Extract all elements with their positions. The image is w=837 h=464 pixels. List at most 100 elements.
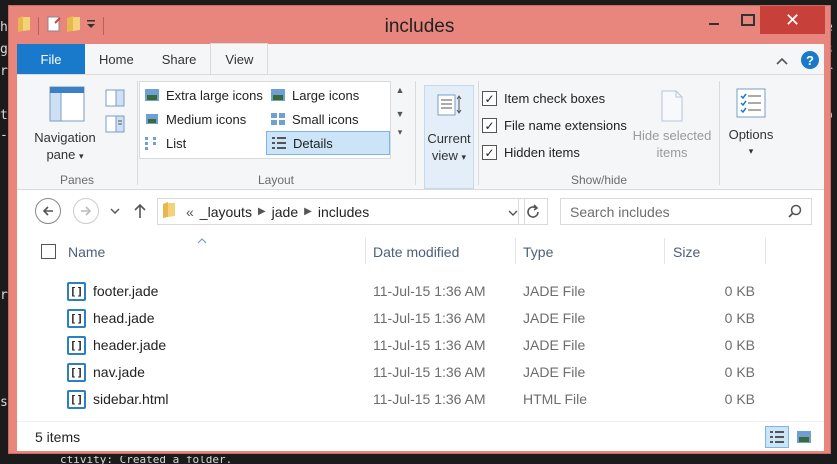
select-all-checkbox[interactable]	[41, 244, 56, 262]
column-divider[interactable]	[515, 238, 516, 264]
navigation-pane-icon	[49, 86, 85, 122]
navigation-pane-label-2: pane ▾	[46, 147, 84, 162]
column-divider[interactable]	[664, 238, 665, 264]
address-bar[interactable]: « _layouts ▶ jade ▶ includes	[157, 198, 525, 225]
details-pane-icon[interactable]	[105, 115, 125, 136]
file-row[interactable]: [] sidebar.html 11-Jul-15 1:36 AM HTML F…	[17, 386, 777, 413]
layout-list[interactable]: List	[140, 132, 264, 154]
column-header-size[interactable]: Size	[673, 238, 700, 266]
file-name: sidebar.html	[93, 391, 169, 407]
file-date: 11-Jul-15 1:36 AM	[373, 310, 486, 326]
file-row[interactable]: [] header.jade 11-Jul-15 1:36 AM JADE Fi…	[17, 332, 777, 359]
bg-fragment: -	[0, 128, 8, 143]
checkbox[interactable]: ✓	[482, 118, 497, 133]
bg-fragment: g	[0, 42, 8, 57]
file-date: 11-Jul-15 1:36 AM	[373, 283, 486, 299]
tab-home[interactable]: Home	[85, 44, 148, 74]
file-type: HTML File	[523, 391, 588, 407]
bg-fragment: h	[0, 20, 8, 35]
navigation-pane-button[interactable]: Navigation pane ▾	[25, 85, 105, 165]
layout-details[interactable]: Details	[266, 131, 390, 155]
layout-group-label: Layout	[257, 173, 295, 187]
breadcrumb-separator-icon[interactable]: ▶	[258, 206, 266, 217]
refresh-icon	[527, 203, 539, 218]
file-row[interactable]: [] footer.jade 11-Jul-15 1:36 AM JADE Fi…	[17, 278, 777, 305]
up-button[interactable]	[133, 203, 147, 222]
checkbox[interactable]: ✓	[482, 145, 497, 160]
file-type: JADE File	[523, 283, 586, 299]
forward-arrow-icon	[81, 206, 92, 216]
bg-fragment: ctivity: Created a folder.	[60, 456, 233, 464]
preview-pane-icon[interactable]	[105, 89, 125, 110]
file-name-extensions-option[interactable]: ✓ File name extensions	[482, 118, 627, 133]
group-divider	[415, 81, 416, 185]
chevron-down-icon: ▼	[395, 109, 405, 119]
column-header-date[interactable]: Date modified	[373, 238, 459, 266]
file-name: header.jade	[93, 337, 167, 353]
breadcrumb-separator-icon[interactable]: ▶	[304, 206, 312, 217]
hide-selected-items-button[interactable]: Hide selected items	[629, 89, 715, 161]
bg-fragment: t	[0, 108, 8, 123]
hidden-items-option[interactable]: ✓ Hidden items	[482, 145, 580, 160]
panes-group-label: Panes	[59, 173, 95, 187]
tab-share[interactable]: Share	[148, 44, 211, 74]
close-button[interactable]: ✕	[760, 6, 825, 34]
file-row[interactable]: [] nav.jade 11-Jul-15 1:36 AM JADE File …	[17, 359, 777, 386]
layout-extra-large-icons[interactable]: Extra large icons	[140, 84, 264, 106]
back-button[interactable]	[35, 198, 61, 224]
forward-button[interactable]	[73, 198, 99, 224]
svg-text:?: ?	[806, 53, 814, 68]
bg-fragment: r	[0, 288, 8, 303]
hidden-items-label: Hidden items	[504, 145, 580, 160]
search-input[interactable]: Search includes	[570, 204, 670, 220]
refresh-button[interactable]	[518, 198, 548, 225]
large-icons-view-button[interactable]	[792, 426, 816, 448]
folder-icon	[158, 201, 180, 222]
options-icon	[736, 88, 766, 118]
file-name: footer.jade	[93, 283, 159, 299]
collapse-ribbon-icon[interactable]	[776, 54, 788, 69]
layout-small-icons[interactable]: Small icons	[266, 108, 388, 130]
ribbon-controls: ?	[776, 50, 820, 73]
jade-file-icon: []	[67, 363, 86, 382]
column-header-name[interactable]: Name	[68, 238, 105, 266]
layout-gallery-scroll[interactable]: ▲ ▼ ▾	[393, 81, 407, 159]
item-check-boxes-label: Item check boxes	[504, 91, 606, 106]
breadcrumb-jade[interactable]: jade	[266, 204, 304, 220]
help-icon[interactable]: ?	[800, 50, 820, 73]
breadcrumb-includes[interactable]: includes	[312, 204, 375, 220]
file-size: 0 KB	[724, 337, 755, 353]
close-icon: ✕	[784, 9, 801, 30]
column-divider[interactable]	[765, 238, 766, 264]
tab-file[interactable]: File	[17, 44, 85, 74]
layout-medium-icons[interactable]: Medium icons	[140, 108, 264, 130]
file-type: JADE File	[523, 364, 586, 380]
search-box[interactable]: Search includes	[560, 198, 812, 225]
back-arrow-icon	[42, 206, 53, 216]
extra-large-icons-icon	[145, 89, 159, 101]
details-view-button[interactable]	[765, 426, 789, 448]
checkbox[interactable]: ✓	[482, 91, 497, 106]
layout-large-icons[interactable]: Large icons	[266, 84, 388, 106]
address-history-icon[interactable]	[508, 205, 518, 221]
panes-group: Navigation pane ▾ Panes	[17, 81, 137, 189]
options-button[interactable]: Options ▾	[721, 87, 781, 160]
breadcrumb-layouts[interactable]: _layouts	[200, 204, 258, 220]
tab-view[interactable]: View	[210, 43, 269, 74]
file-row[interactable]: [] head.jade 11-Jul-15 1:36 AM JADE File…	[17, 305, 777, 332]
minimize-button[interactable]	[697, 6, 731, 34]
column-divider[interactable]	[365, 238, 366, 264]
search-icon[interactable]	[788, 204, 802, 221]
item-check-boxes-option[interactable]: ✓ Item check boxes	[482, 91, 605, 106]
column-header-type[interactable]: Type	[523, 238, 553, 266]
current-view-button[interactable]: Current view ▾	[424, 85, 474, 189]
large-icons-view-icon	[797, 431, 811, 443]
recent-locations-button[interactable]	[110, 204, 120, 219]
hide-selected-label-2: items	[656, 145, 688, 160]
bg-fragment: s	[0, 395, 8, 410]
jade-file-icon: []	[67, 309, 86, 328]
chevron-down-icon	[110, 208, 120, 214]
breadcrumb-overflow[interactable]: «	[180, 204, 200, 220]
file-list: Name Date modified Type Size [] footer.j…	[17, 230, 824, 421]
current-view-icon	[437, 94, 462, 116]
